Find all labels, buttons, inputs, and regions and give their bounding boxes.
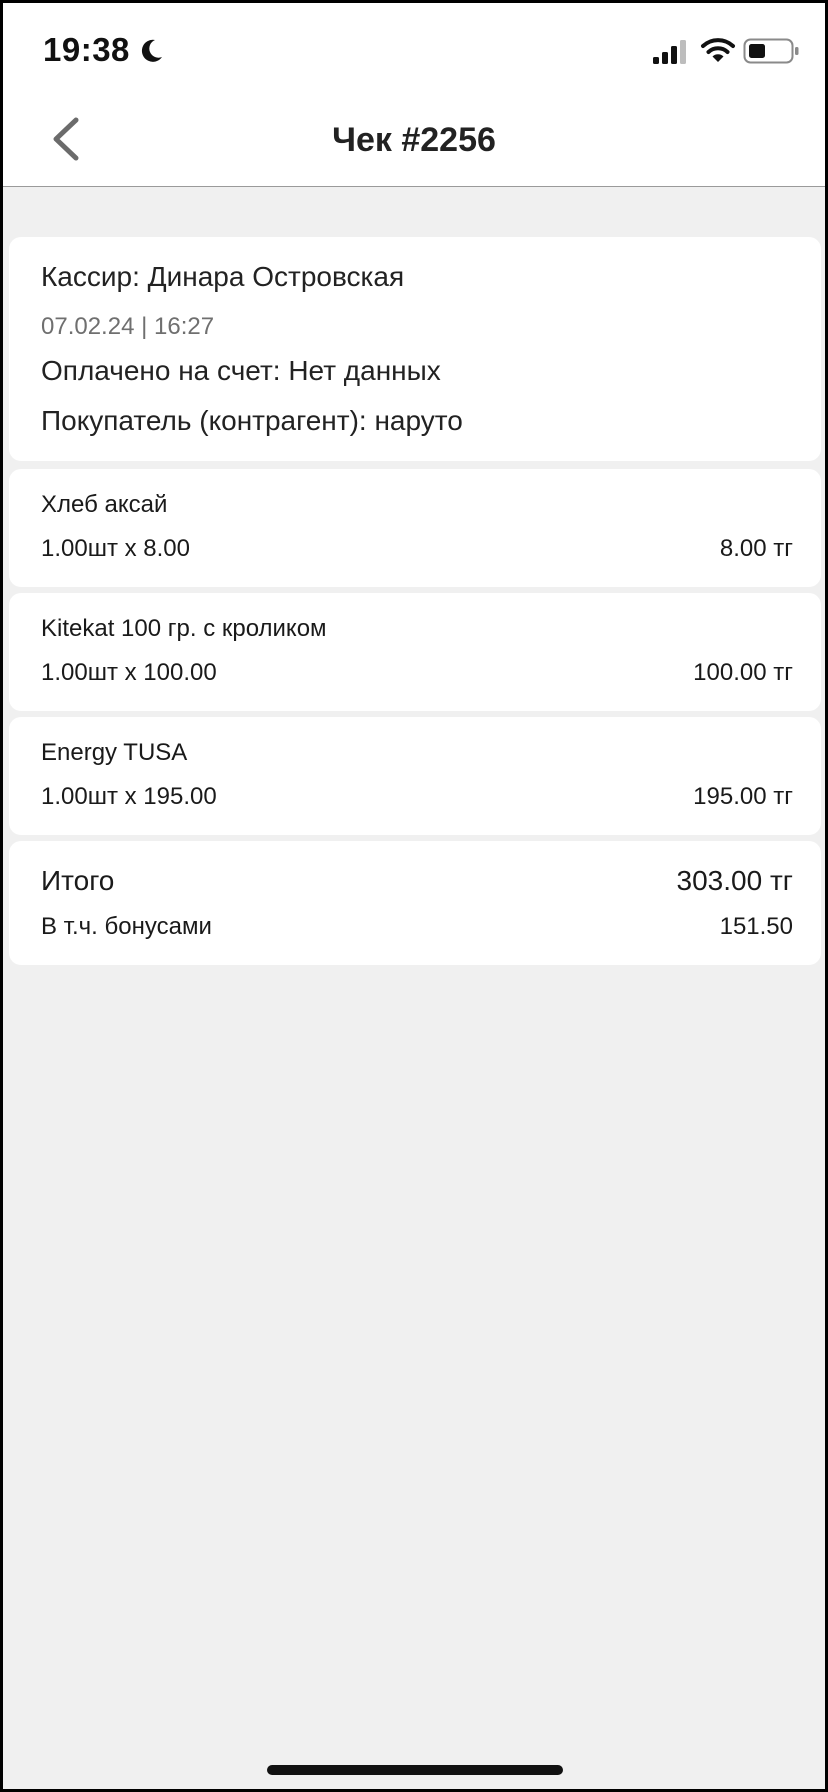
item-name: Kitekat 100 гр. с кроликом xyxy=(41,615,327,642)
paid-to-text: Оплачено на счет: Нет данных xyxy=(41,355,441,386)
item-name: Energy TUSA xyxy=(41,739,188,766)
item-total: 8.00 тг xyxy=(719,535,793,562)
bonus-label: В т.ч. бонусами xyxy=(41,913,212,940)
moon-icon xyxy=(141,39,162,62)
item-quantity-price: 1.00шт x 8.00 xyxy=(41,535,191,562)
list-item: Energy TUSA 1.00шт x 195.00 195.00 тг xyxy=(9,717,821,835)
status-time: 19:38 xyxy=(43,31,130,68)
signal-icon xyxy=(653,40,686,64)
screen: 19:38 Чек #2256 Кассир: Динара Островска… xyxy=(3,3,825,1789)
cashier-text: Кассир: Динара Островская xyxy=(41,261,405,292)
list-item: Хлеб аксай 1.00шт x 8.00 8.00 тг xyxy=(9,469,821,587)
item-quantity-price: 1.00шт x 195.00 xyxy=(41,783,217,810)
customer-text: Покупатель (контрагент): наруто xyxy=(41,405,463,436)
item-quantity-price: 1.00шт x 100.00 xyxy=(41,659,217,686)
total-value: 303.00 тг xyxy=(676,865,793,896)
list-item: Kitekat 100 гр. с кроликом 1.00шт x 100.… xyxy=(9,593,821,711)
nav-bar: Чек #2256 xyxy=(3,93,825,187)
home-indicator[interactable] xyxy=(267,1765,563,1775)
page-title: Чек #2256 xyxy=(332,121,496,159)
total-label: Итого xyxy=(41,865,115,896)
battery-icon xyxy=(743,38,799,64)
bonus-value: 151.50 xyxy=(719,913,793,940)
item-name: Хлеб аксай xyxy=(41,491,168,518)
receipt-info-card: Кассир: Динара Островская 07.02.24 | 16:… xyxy=(9,237,821,461)
item-total: 195.00 тг xyxy=(693,783,793,810)
item-total: 100.00 тг xyxy=(693,659,793,686)
status-bar: 19:38 xyxy=(3,3,825,93)
receipt-datetime: 07.02.24 | 16:27 xyxy=(41,313,215,340)
summary-card: Итого 303.00 тг В т.ч. бонусами 151.50 xyxy=(9,841,821,965)
wifi-icon xyxy=(701,38,735,62)
